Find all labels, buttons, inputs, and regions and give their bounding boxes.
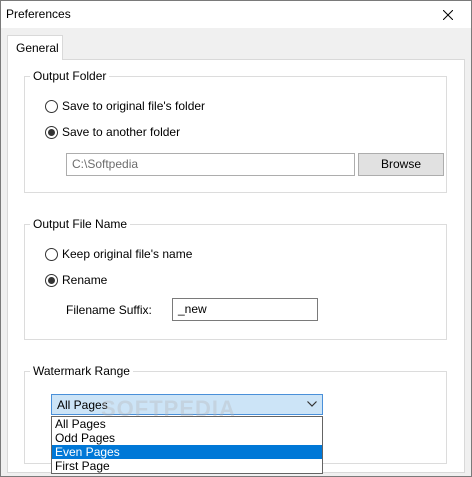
dropdown-option-first-page[interactable]: First Page	[52, 459, 322, 473]
dropdown-option-all-pages[interactable]: All Pages	[52, 417, 322, 431]
radio-button[interactable]	[45, 273, 58, 287]
filename-suffix-input[interactable]: _new	[172, 298, 318, 321]
radio-label: Save to original file's folder	[62, 99, 206, 113]
radio-keep-original-name[interactable]: Keep original file's name	[45, 247, 192, 261]
tab-general[interactable]: General	[7, 35, 63, 60]
radio-label: Save to another folder	[62, 125, 181, 139]
watermark-range-legend: Watermark Range	[30, 364, 133, 378]
window-title: Preferences	[6, 7, 71, 21]
dialog-client-area: General Output Folder Save to original f…	[1, 28, 471, 476]
output-file-name-legend: Output File Name	[30, 217, 131, 231]
radio-save-another-folder[interactable]: Save to another folder	[45, 125, 180, 139]
preferences-window: Preferences General Output Folder Save t…	[0, 0, 472, 477]
radio-label: Rename	[62, 273, 108, 287]
watermark-range-selected: All Pages	[57, 398, 108, 412]
dropdown-option-even-pages[interactable]: Even Pages	[52, 445, 322, 459]
tab-general-label: General	[16, 41, 59, 55]
radio-label: Keep original file's name	[62, 247, 193, 261]
output-folder-group: Output Folder Save to original file's fo…	[24, 69, 447, 193]
radio-button[interactable]	[45, 247, 58, 261]
radio-dot	[48, 276, 55, 284]
watermark-range-group: Watermark Range All Pages All Pages Odd …	[24, 364, 447, 474]
output-file-name-group: Output File Name Keep original file's na…	[24, 217, 447, 340]
radio-save-original-folder[interactable]: Save to original file's folder	[45, 99, 205, 113]
output-folder-legend: Output Folder	[30, 69, 110, 83]
dropdown-option-odd-pages[interactable]: Odd Pages	[52, 431, 322, 445]
radio-rename[interactable]: Rename	[45, 273, 107, 287]
browse-button[interactable]: Browse	[358, 153, 444, 176]
watermark-range-dropdown: All Pages Odd Pages Even Pages First Pag…	[51, 416, 323, 474]
tab-page-general: Output Folder Save to original file's fo…	[7, 59, 465, 474]
title-bar[interactable]: Preferences	[1, 1, 471, 28]
radio-button[interactable]	[45, 125, 58, 139]
radio-dot	[48, 128, 55, 136]
close-button[interactable]	[425, 1, 471, 28]
radio-button[interactable]	[45, 99, 58, 113]
filename-suffix-label: Filename Suffix:	[66, 303, 152, 317]
watermark-range-select[interactable]: All Pages	[51, 394, 323, 415]
close-icon	[443, 9, 453, 20]
chevron-down-icon	[307, 401, 317, 407]
output-folder-path-input[interactable]: C:\Softpedia	[66, 153, 355, 176]
